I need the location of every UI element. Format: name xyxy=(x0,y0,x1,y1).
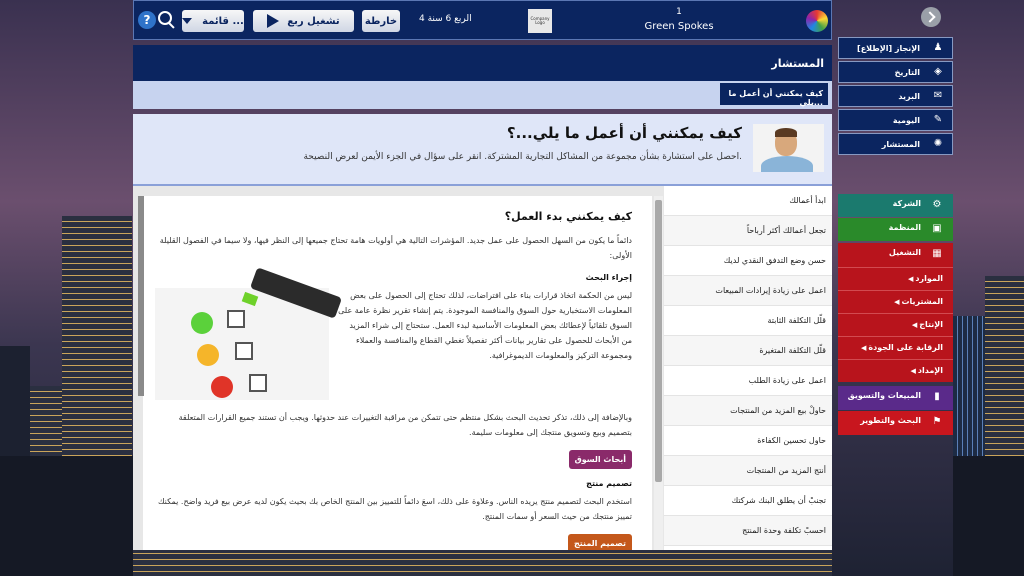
sub-label: الإنتاج xyxy=(919,320,943,329)
company-logo: Company Logo xyxy=(528,9,552,33)
checklist-image xyxy=(155,267,343,400)
collapse-arrow-icon[interactable] xyxy=(921,7,941,27)
question-item[interactable]: اعمل على زيادة إيرادات المبيعات xyxy=(664,276,832,306)
hero-title: كيف يمكنني أن أعمل ما يلي...؟ xyxy=(506,124,742,142)
people-icon: ♟ xyxy=(933,42,943,53)
question-item[interactable]: قلّل التكلفة الثابتة xyxy=(664,306,832,336)
nav-item-mail[interactable]: البريد ✉ xyxy=(838,85,953,107)
team-logo-icon xyxy=(806,10,828,32)
bar-chart-icon: ▮ xyxy=(934,391,940,402)
advice-article: كيف يمكنني بدء العمل؟ دائماً ما يكون من … xyxy=(143,196,652,550)
question-item[interactable]: ابدأ أعمالك xyxy=(664,186,832,216)
mail-icon: ✉ xyxy=(933,90,943,101)
flag-icon: ⚑ xyxy=(932,416,942,427)
nav-label: المستشار xyxy=(881,140,920,149)
product-design-button[interactable]: تصميم المنتج xyxy=(568,534,632,550)
history-icon: ◈ xyxy=(934,66,942,77)
caret-left-icon: ◀ xyxy=(908,275,914,283)
question-item[interactable]: حاول تحسين الكفاءة xyxy=(664,426,832,456)
map-button[interactable]: خارطة xyxy=(362,10,400,32)
section-operations[interactable]: التشغيل ▦ xyxy=(838,243,953,267)
section-text-research-more: وبالإضافة إلى ذلك، تذكر تحديث البحث بشكل… xyxy=(178,413,632,437)
question-item[interactable]: تجعل أعمالك أكثر أرباحاً xyxy=(664,216,832,246)
question-item[interactable]: حسن وضع التدفق النقدي لديك xyxy=(664,246,832,276)
section-text-design: استخدم البحث لتصميم منتج يريده الناس. وع… xyxy=(157,497,632,521)
sub-item-resources[interactable]: ◀ الموارد xyxy=(838,267,953,290)
sub-label: المشتريات xyxy=(901,297,943,306)
search-icon[interactable] xyxy=(156,9,176,29)
run-quarter-button[interactable]: تشغيل ربع xyxy=(253,10,354,32)
pencil-icon: ✎ xyxy=(933,114,943,125)
clipboard-icon: ▣ xyxy=(932,223,942,234)
section-text-research: ليس من الحكمة اتخاذ قرارات بناء على افتر… xyxy=(338,291,632,360)
sub-label: الموارد xyxy=(915,274,943,283)
hero-panel: كيف يمكنني أن أعمل ما يلي...؟ احصل على ا… xyxy=(133,114,832,186)
nav-label: اليومية xyxy=(892,116,920,125)
scrollbar-thumb[interactable] xyxy=(655,200,662,482)
run-label: تشغيل ربع xyxy=(287,15,340,27)
section-research-development[interactable]: البحث والتطوير ⚑ xyxy=(838,411,953,435)
article-title: كيف يمكنني بدء العمل؟ xyxy=(504,210,632,223)
breadcrumb-tab[interactable]: كيف يمكنني أن أعمل ما يلي... xyxy=(720,83,828,107)
section-heading-research: إجراء البحث xyxy=(585,273,632,282)
sub-label: الرقابة على الجودة xyxy=(868,343,943,352)
sub-item-purchases[interactable]: ◀ المشتريات xyxy=(838,290,953,313)
gears-icon: ⚙ xyxy=(932,199,942,210)
nav-item-consultant[interactable]: المستشار ✺ xyxy=(838,133,953,155)
section-label: البحث والتطوير xyxy=(860,416,921,425)
thinking-man-image xyxy=(753,124,824,172)
lightbulb-icon: ✺ xyxy=(933,138,943,149)
team-name: Green Spokes xyxy=(644,21,714,32)
nav-label: التاريخ xyxy=(894,68,920,77)
caret-left-icon: ◀ xyxy=(910,367,916,375)
sub-item-production[interactable]: ◀ الإنتاج xyxy=(838,313,953,336)
nav-item-history[interactable]: التاريخ ◈ xyxy=(838,61,953,83)
section-heading-design: تصميم منتج xyxy=(586,479,632,488)
section-label: المنظمة xyxy=(888,223,921,232)
nav-item-achievement[interactable]: الإنجاز [الإطلاع] ♟ xyxy=(838,37,953,59)
nav-label: البريد xyxy=(898,92,920,101)
sub-item-quality[interactable]: ◀ الرقابة على الجودة xyxy=(838,336,953,359)
nav-label: الإنجاز [الإطلاع] xyxy=(857,44,920,53)
question-item[interactable]: أنتج المزيد من المنتجات xyxy=(664,456,832,486)
team-number: 1 xyxy=(676,7,682,17)
section-label: الشركة xyxy=(892,199,921,208)
question-item[interactable]: حاولْ بيع المزيد من المنتجات xyxy=(664,396,832,426)
factory-icon: ▦ xyxy=(932,248,942,259)
quarter-label: الربع 6 سنة 4 xyxy=(419,14,472,24)
question-item[interactable]: احسبْ تكلفة وحدة المنتج xyxy=(664,516,832,546)
section-label: التشغيل xyxy=(888,248,921,257)
sub-label: الإمداد xyxy=(917,366,943,375)
question-item[interactable]: قلّل التكلفة المتغيرة xyxy=(664,336,832,366)
menu-dropdown[interactable]: قائمة ... xyxy=(182,10,244,32)
play-icon xyxy=(267,14,280,28)
caret-left-icon: ◀ xyxy=(911,321,918,329)
page-title: المستشار xyxy=(133,45,832,81)
breadcrumb-bar: كيف يمكنني أن أعمل ما يلي... xyxy=(133,81,832,109)
article-left-scrollbar[interactable] xyxy=(138,196,144,396)
help-icon[interactable]: ? xyxy=(138,11,156,29)
caret-left-icon: ◀ xyxy=(894,298,900,306)
article-scrollbar[interactable] xyxy=(654,196,663,550)
section-company[interactable]: الشركة ⚙ xyxy=(838,194,953,217)
section-sales-marketing[interactable]: المبيعات والتسويق ▮ xyxy=(838,386,953,410)
chevron-down-icon xyxy=(182,18,193,24)
top-toolbar: ? قائمة ... تشغيل ربع خارطة الربع 6 سنة … xyxy=(133,0,832,40)
section-organization[interactable]: المنظمة ▣ xyxy=(838,218,953,241)
article-intro: دائماً ما يكون من السهل الحصول على عمل ج… xyxy=(159,236,632,260)
menu-label: قائمة ... xyxy=(202,15,244,27)
question-item[interactable]: اعمل على زيادة الطلب xyxy=(664,366,832,396)
content-panel: كيف يمكنني بدء العمل؟ دائماً ما يكون من … xyxy=(133,186,664,550)
section-label: المبيعات والتسويق xyxy=(847,391,921,400)
question-item[interactable]: تجنبْ أن يطلق البنك شركتك xyxy=(664,486,832,516)
hero-subtitle: احصل على استشارة بشأن مجموعة من المشاكل … xyxy=(303,152,742,162)
nav-item-journal[interactable]: اليومية ✎ xyxy=(838,109,953,131)
market-research-button[interactable]: أبحاث السوق xyxy=(568,450,632,469)
sub-item-supply[interactable]: ◀ الإمداد xyxy=(838,359,953,382)
question-list: ابدأ أعمالك تجعل أعمالك أكثر أرباحاً حسن… xyxy=(664,186,832,550)
caret-left-icon: ◀ xyxy=(861,344,867,352)
